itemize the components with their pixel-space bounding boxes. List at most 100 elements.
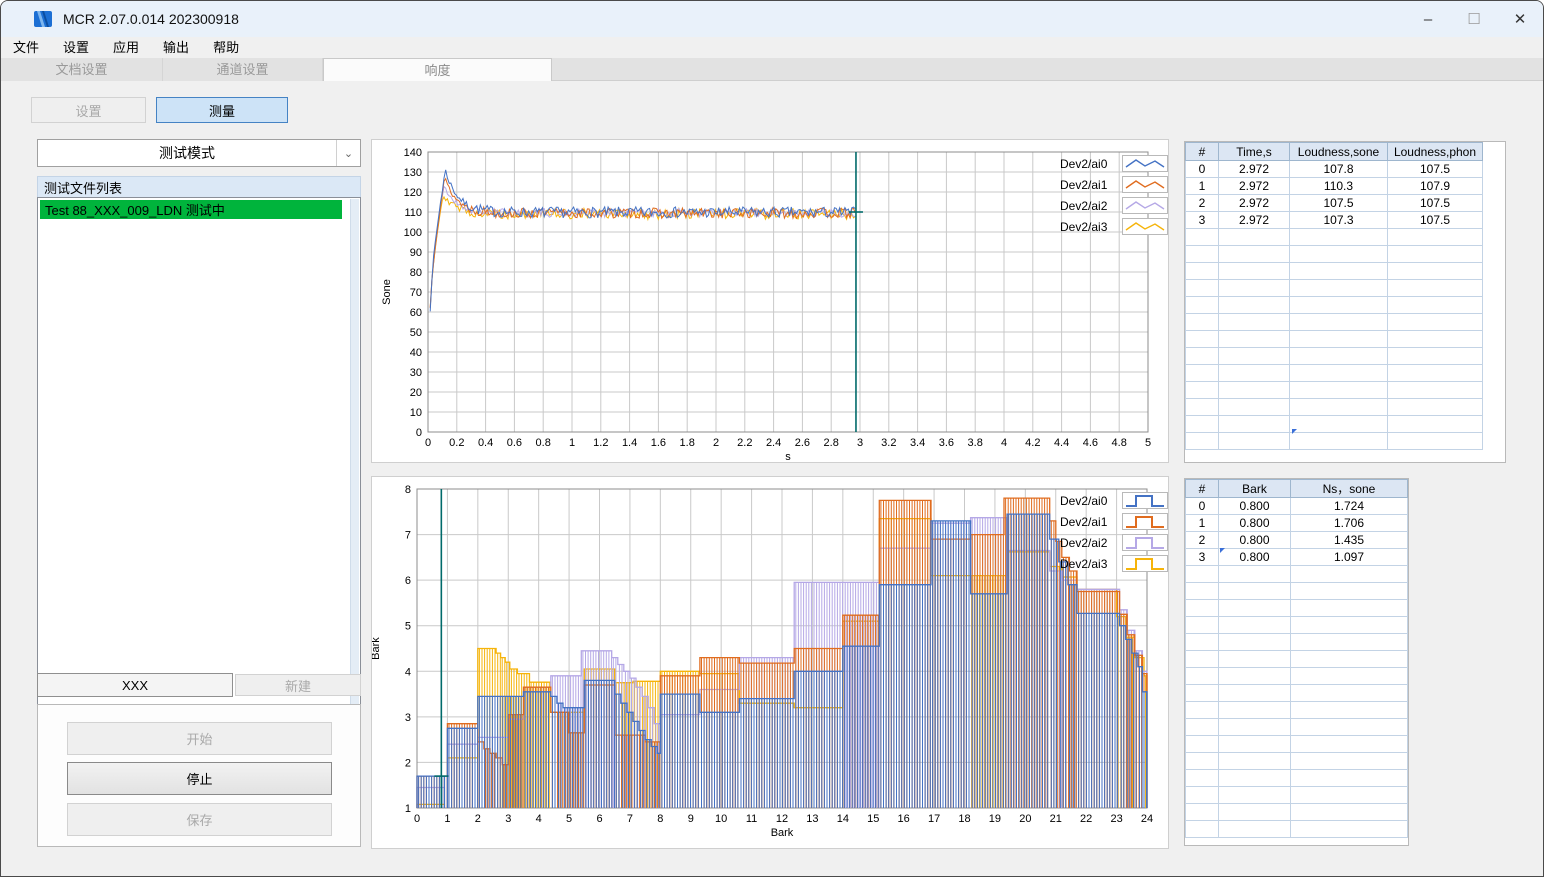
svg-text:12: 12	[776, 813, 788, 825]
svg-text:10: 10	[715, 813, 727, 825]
svg-text:80: 80	[410, 267, 422, 279]
table-row[interactable]	[1185, 769, 1408, 787]
tab-1[interactable]: 通道设置	[163, 58, 323, 81]
menu-item-1[interactable]: 设置	[51, 37, 101, 58]
minimize-button[interactable]: –	[1405, 1, 1451, 37]
column-header[interactable]: Loudness,sone	[1289, 142, 1388, 161]
table-row[interactable]: 1 2.972 110.3 107.9	[1185, 177, 1483, 195]
table-row[interactable]	[1185, 701, 1408, 719]
table-row[interactable]	[1185, 398, 1483, 416]
legend-label: Dev2/ai2	[1060, 535, 1108, 550]
column-header[interactable]: #	[1185, 479, 1219, 498]
table-row[interactable]: 3 2.972 107.3 107.5	[1185, 211, 1483, 229]
table-row[interactable]	[1185, 381, 1483, 399]
legend-label: Dev2/ai3	[1060, 219, 1108, 234]
menu-item-2[interactable]: 应用	[101, 37, 151, 58]
table-row[interactable]	[1185, 330, 1483, 348]
table-row[interactable]	[1185, 415, 1483, 433]
window-title: MCR 2.07.0.014 202300918	[63, 11, 239, 27]
table-row[interactable]	[1185, 786, 1408, 804]
tab-2[interactable]: 响度	[323, 58, 552, 81]
svg-text:Bark: Bark	[771, 827, 794, 839]
test-file-listbox[interactable]: Test 88_XXX_009_LDN 测试中	[37, 197, 361, 748]
table-row[interactable]: 2 0.800 1.435	[1185, 531, 1408, 549]
loudness-time-chart[interactable]: 0 0.2 0.4 0.6 0.8 1 1.2 1.4 1.6 1.8 2 2.2 2.4 2.6 2.8 3…	[372, 140, 1168, 463]
file-list-item[interactable]: Test 88_XXX_009_LDN 测试中	[40, 200, 342, 219]
svg-text:6: 6	[596, 813, 602, 825]
cell-marker	[1292, 429, 1297, 434]
table-row[interactable]	[1185, 616, 1408, 634]
subtab-measure-button[interactable]: 测量	[156, 97, 288, 123]
table-row[interactable]: 0 2.972 107.8 107.5	[1185, 160, 1483, 178]
new-button[interactable]: 新建	[235, 674, 361, 696]
menu-item-0[interactable]: 文件	[1, 37, 51, 58]
svg-text:4.2: 4.2	[1025, 437, 1040, 449]
bar-sample-icon	[1122, 513, 1168, 530]
ns-table[interactable]: # Bark Ns，sone 0 0.800 1.724 1 0.800 1.706 2 0.800…	[1185, 479, 1408, 838]
stop-button[interactable]: 停止	[67, 762, 332, 795]
column-header[interactable]: Bark	[1218, 479, 1291, 498]
tab-0[interactable]: 文档设置	[1, 58, 163, 81]
loudness-table[interactable]: # Time,s Loudness,sone Loudness,phon 0 2.972 1…	[1185, 142, 1505, 450]
specific-loudness-chart[interactable]: 0 1 2 3 4 5 6 7 8 9 10 11 12 13 14 15 16 17 18 19 20 21 22 23 24…	[370, 477, 1168, 848]
legend-row-Dev2/ai0: Dev2/ai0	[1060, 490, 1168, 511]
save-button[interactable]: 保存	[67, 803, 332, 836]
table-row[interactable]	[1185, 718, 1408, 736]
table-row[interactable]	[1185, 279, 1483, 297]
table-row[interactable]	[1185, 650, 1408, 668]
loudness-time-chart-panel: 0 0.2 0.4 0.6 0.8 1 1.2 1.4 1.6 1.8 2 2.2 2.4 2.6 2.8 3…	[371, 139, 1169, 463]
line-sample-icon	[1122, 155, 1168, 172]
table-row[interactable]	[1185, 565, 1408, 583]
svg-text:130: 130	[404, 167, 422, 179]
svg-text:140: 140	[404, 147, 422, 159]
column-header[interactable]: Ns，sone	[1290, 479, 1408, 498]
column-header[interactable]: Time,s	[1218, 142, 1290, 161]
maximize-button[interactable]: ☐	[1451, 1, 1497, 37]
svg-text:90: 90	[410, 247, 422, 259]
table-row[interactable]	[1185, 245, 1483, 263]
table-row[interactable]	[1185, 262, 1483, 280]
svg-text:14: 14	[837, 813, 849, 825]
table-row[interactable]	[1185, 599, 1408, 617]
svg-text:120: 120	[404, 187, 422, 199]
table-row[interactable]	[1185, 803, 1408, 821]
svg-text:22: 22	[1080, 813, 1092, 825]
menu-item-3[interactable]: 输出	[151, 37, 201, 58]
xxx-button[interactable]: XXX	[37, 673, 233, 697]
table-row[interactable]	[1185, 347, 1483, 365]
legend-row-Dev2/ai3: Dev2/ai3	[1060, 553, 1168, 574]
table-row[interactable]	[1185, 752, 1408, 770]
legend-label: Dev2/ai3	[1060, 556, 1108, 571]
close-button[interactable]: ✕	[1497, 1, 1543, 37]
table-row[interactable]	[1185, 633, 1408, 651]
table-row[interactable]: 1 0.800 1.706	[1185, 514, 1408, 532]
listbox-scrollbar[interactable]	[350, 199, 359, 746]
table-row[interactable]	[1185, 684, 1408, 702]
table-row[interactable]	[1185, 432, 1483, 450]
legend-label: Dev2/ai0	[1060, 156, 1108, 171]
menu-item-4[interactable]: 帮助	[201, 37, 251, 58]
table-row[interactable]: 0 0.800 1.724	[1185, 497, 1408, 515]
svg-text:13: 13	[806, 813, 818, 825]
table-row[interactable]	[1185, 313, 1483, 331]
chevron-down-icon[interactable]: ⌄	[336, 140, 360, 166]
test-mode-dropdown[interactable]: 测试模式 ⌄	[37, 139, 361, 167]
svg-text:50: 50	[410, 327, 422, 339]
table-row[interactable]	[1185, 364, 1483, 382]
table-row[interactable]	[1185, 667, 1408, 685]
table-row[interactable]	[1185, 296, 1483, 314]
table-row[interactable]: 2 2.972 107.5 107.5	[1185, 194, 1483, 212]
legend-row-Dev2/ai1: Dev2/ai1	[1060, 511, 1168, 532]
column-header[interactable]: Loudness,phon	[1387, 142, 1483, 161]
start-button[interactable]: 开始	[67, 722, 332, 755]
bar-sample-icon	[1122, 534, 1168, 551]
table-row[interactable]	[1185, 582, 1408, 600]
table-row[interactable]	[1185, 228, 1483, 246]
table-row[interactable]: 3 0.800 1.097	[1185, 548, 1408, 566]
svg-text:3.4: 3.4	[910, 437, 925, 449]
column-header[interactable]: #	[1185, 142, 1219, 161]
table-row[interactable]	[1185, 820, 1408, 838]
table-row[interactable]	[1185, 735, 1408, 753]
subtab-settings-button[interactable]: 设置	[31, 97, 146, 123]
svg-text:23: 23	[1110, 813, 1122, 825]
